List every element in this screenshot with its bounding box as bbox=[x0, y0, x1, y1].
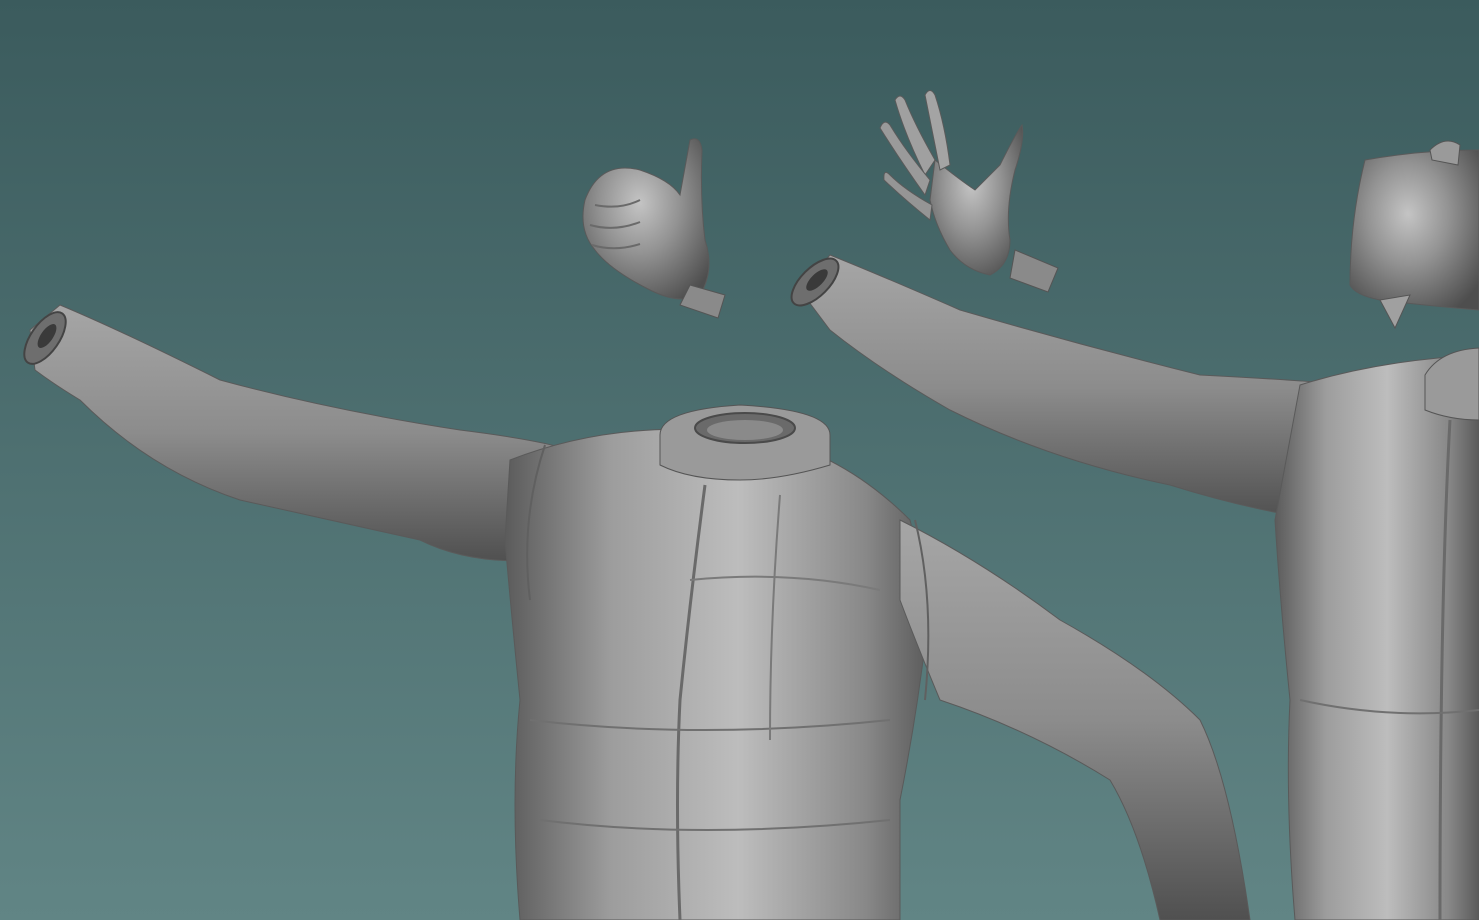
jacket-left-torso bbox=[504, 428, 931, 920]
3d-viewport[interactable] bbox=[0, 0, 1479, 920]
jacket-left-neck-hole-inner bbox=[707, 420, 783, 440]
helmet-shell bbox=[1349, 149, 1479, 311]
viewport-canvas[interactable] bbox=[0, 0, 1479, 920]
